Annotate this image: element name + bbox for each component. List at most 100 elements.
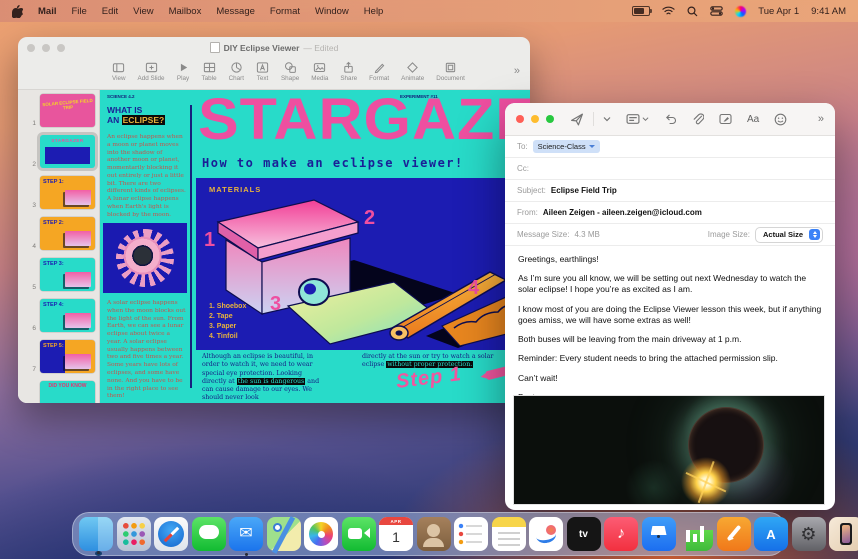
item-number-3: 3 <box>270 294 281 314</box>
subject-field[interactable]: Subject: Eclipse Field Trip <box>505 180 835 202</box>
slide-thumbnail-8[interactable]: 8DID YOU KNOW <box>18 381 99 403</box>
from-field[interactable]: From: Aileen Zeigen - aileen.zeigen@iclo… <box>505 202 835 224</box>
dock-calendar-icon[interactable]: APR1 <box>379 517 413 551</box>
materials-panel: MATERIALS 1. Shoebox 2. Tape 3. Paper 4.… <box>196 178 530 350</box>
mail-window-controls[interactable] <box>516 115 554 123</box>
siri-icon[interactable] <box>735 6 746 17</box>
thumbnail-label: STEP 3: <box>40 258 95 267</box>
item-number-4: 4 <box>468 278 479 298</box>
keynote-tool-shape[interactable]: Shape <box>275 60 305 83</box>
dock-pages-icon[interactable] <box>717 517 751 551</box>
mail-toolbar-overflow-button[interactable]: » <box>818 113 824 125</box>
dock-mail-icon[interactable]: ✉ <box>229 517 263 551</box>
dock-messages-icon[interactable] <box>192 517 226 551</box>
slide-thumbnail-1[interactable]: 1SOLAR ECLIPSE FIELD TRIP <box>18 94 99 127</box>
slide-number: 6 <box>27 325 36 332</box>
dock-music-icon[interactable]: ♪ <box>604 517 638 551</box>
slide-paragraph-1: An eclipse happens when a moon or planet… <box>107 134 186 220</box>
keynote-tool-view[interactable]: View <box>106 60 132 83</box>
corona-glow <box>514 396 824 504</box>
menu-edit[interactable]: Edit <box>102 6 118 17</box>
sun-illustration <box>103 223 187 293</box>
keynote-tool-text[interactable]: Text <box>250 60 275 83</box>
keynote-tool-add-slide[interactable]: Add Slide <box>132 60 171 83</box>
dock-freeform-icon[interactable] <box>529 517 563 551</box>
message-body[interactable]: Greetings, earthlings! As I’m sure you a… <box>505 246 835 414</box>
dock-iphone-mirroring-icon[interactable] <box>829 517 858 551</box>
dock-maps-icon[interactable] <box>267 517 301 551</box>
dock-safari-icon[interactable] <box>154 517 188 551</box>
menu-mailbox[interactable]: Mailbox <box>169 6 202 17</box>
menu-message[interactable]: Message <box>216 6 255 17</box>
minimize-button[interactable] <box>42 44 50 52</box>
slide-number: 5 <box>27 284 36 291</box>
dock-contacts-icon[interactable] <box>417 517 451 551</box>
keynote-tool-chart[interactable]: Chart <box>223 60 250 83</box>
keynote-tool-play[interactable]: Play <box>171 60 196 83</box>
dock-notes-icon[interactable] <box>492 517 526 551</box>
send-button[interactable] <box>570 113 584 126</box>
slide-number: 1 <box>27 120 36 127</box>
dock-appstore-icon[interactable]: A <box>754 517 788 551</box>
mail-compose-window[interactable]: Aa » To: Science-Class Cc: Subject: Ecli… <box>505 103 835 510</box>
eclipse-photo-attachment[interactable] <box>513 395 825 505</box>
slide-thumbnail-5[interactable]: 5 STEP 3: <box>18 258 99 291</box>
battery-icon[interactable] <box>632 6 650 16</box>
keynote-tool-media[interactable]: Media <box>305 60 334 83</box>
dock-tv-icon[interactable]: tv <box>567 517 601 551</box>
recipient-token[interactable]: Science-Class <box>533 140 600 153</box>
control-center-icon[interactable] <box>710 6 723 16</box>
to-field[interactable]: To: Science-Class <box>505 136 835 158</box>
slide-navigator[interactable]: 1SOLAR ECLIPSE FIELD TRIP 2STARGAZER 3STEP… <box>18 90 100 403</box>
wifi-icon[interactable] <box>662 6 675 16</box>
format-text-button[interactable]: Aa <box>747 114 759 125</box>
keynote-tool-table[interactable]: Table <box>196 60 223 83</box>
slide-thumbnail-4[interactable]: 4STEP 2: <box>18 217 99 250</box>
dock-settings-icon[interactable]: ⚙ <box>792 517 826 551</box>
image-size-select[interactable]: Actual Size <box>755 227 823 243</box>
menu-help[interactable]: Help <box>364 6 384 17</box>
keynote-window-controls[interactable] <box>27 44 65 52</box>
slide-thumbnail-6[interactable]: 6STEP 4: <box>18 299 99 332</box>
dock-launchpad-icon[interactable] <box>117 517 151 551</box>
menu-window[interactable]: Window <box>315 6 349 17</box>
close-button[interactable] <box>27 44 35 52</box>
slide-thumbnail-3[interactable]: 3STEP 1: <box>18 176 99 209</box>
keynote-tool-format[interactable]: Format <box>363 60 395 83</box>
slide-side-heading: WHAT ISAN ECLIPSE? <box>107 105 165 125</box>
header-fields-button[interactable] <box>626 113 649 125</box>
attach-file-icon[interactable] <box>692 113 704 126</box>
undo-icon[interactable] <box>664 114 677 125</box>
zoom-button[interactable] <box>57 44 65 52</box>
keynote-tool-document[interactable]: Document <box>430 60 471 83</box>
zoom-button[interactable] <box>546 115 554 123</box>
apple-menu-icon[interactable] <box>12 5 23 18</box>
cc-field[interactable]: Cc: <box>505 158 835 180</box>
dock-photos-icon[interactable] <box>304 517 338 551</box>
menu-bar-date[interactable]: Tue Apr 1 <box>758 6 799 17</box>
dock-numbers-icon[interactable] <box>679 517 713 551</box>
search-icon[interactable] <box>687 6 698 17</box>
menu-mail[interactable]: Mail <box>38 6 56 17</box>
close-button[interactable] <box>516 115 524 123</box>
slide-canvas[interactable]: SCIENCE 4.2 EXPERIMENT #11 WHAT ISAN ECL… <box>100 90 530 403</box>
emoji-icon[interactable] <box>774 113 787 126</box>
dock-facetime-icon[interactable] <box>342 517 376 551</box>
send-options-chevron-icon[interactable] <box>603 116 611 122</box>
slide-thumbnail-7[interactable]: 7STEP 5: <box>18 340 99 373</box>
keynote-window[interactable]: DIY Eclipse Viewer — Edited ViewAdd Slid… <box>18 37 530 403</box>
menu-view[interactable]: View <box>133 6 153 17</box>
menu-format[interactable]: Format <box>270 6 300 17</box>
keynote-toolbar-overflow-button[interactable]: » <box>514 60 520 77</box>
keynote-tool-animate[interactable]: Animate <box>395 60 430 83</box>
menu-bar-time[interactable]: 9:41 AM <box>811 6 846 17</box>
keynote-titlebar[interactable]: DIY Eclipse Viewer — Edited <box>18 37 530 58</box>
minimize-button[interactable] <box>531 115 539 123</box>
slide-thumbnail-2[interactable]: 2STARGAZER <box>18 135 99 168</box>
dock-finder-icon[interactable] <box>79 517 113 551</box>
menu-file[interactable]: File <box>71 6 86 17</box>
dock-reminders-icon[interactable] <box>454 517 488 551</box>
markup-icon[interactable] <box>719 113 732 125</box>
dock-keynote-icon[interactable] <box>642 517 676 551</box>
keynote-tool-share[interactable]: Share <box>334 60 363 83</box>
